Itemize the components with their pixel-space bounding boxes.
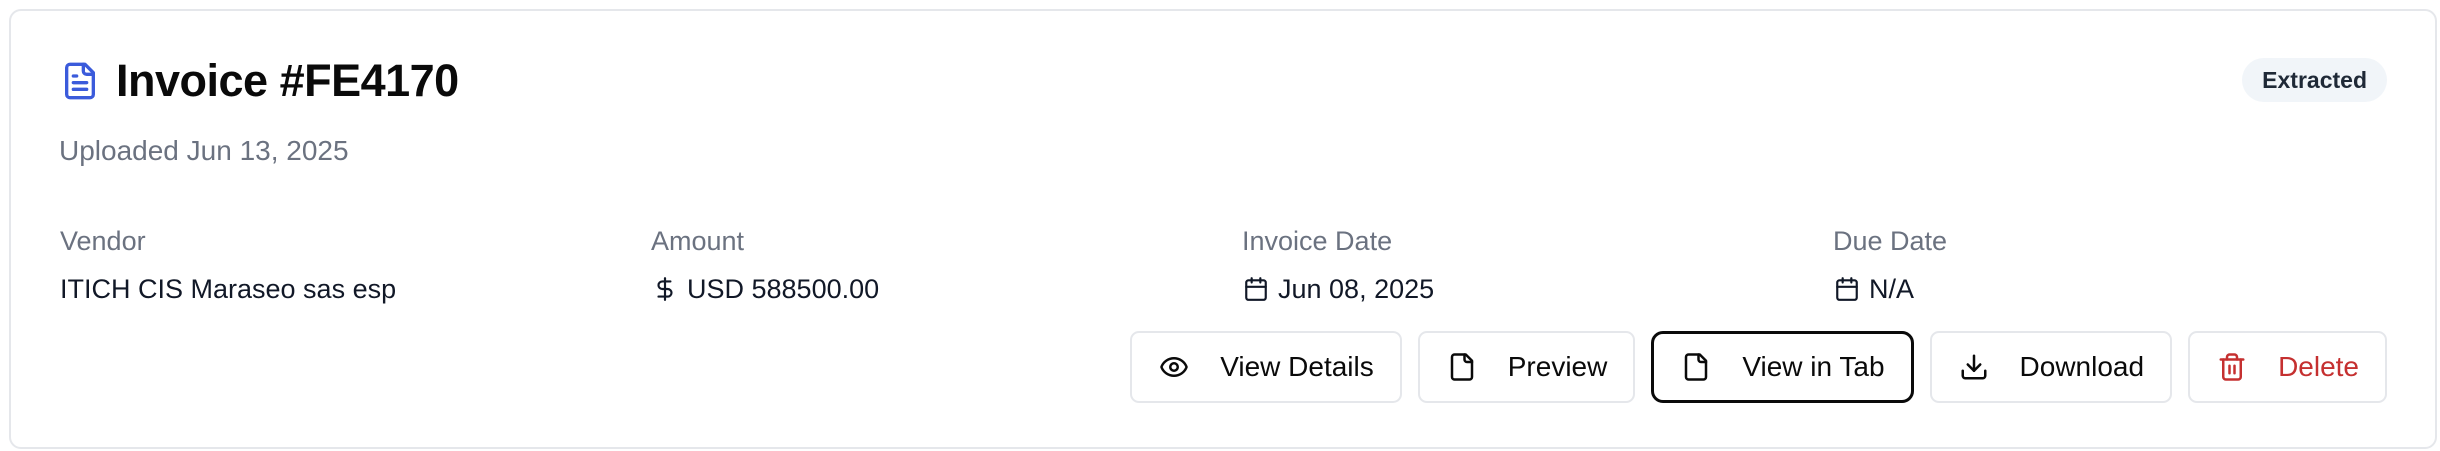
file-text-icon xyxy=(60,61,100,101)
eye-icon xyxy=(1158,351,1190,383)
invoice-card: Invoice #FE4170 Uploaded Jun 13, 2025 Ex… xyxy=(9,9,2437,449)
trash-icon xyxy=(2216,351,2248,383)
due-date-label: Due Date xyxy=(1833,226,1948,256)
view-details-label: View Details xyxy=(1220,351,1374,382)
calendar-icon xyxy=(1242,275,1270,303)
view-details-button[interactable]: View Details xyxy=(1130,331,1402,403)
file-icon xyxy=(1446,351,1478,383)
download-icon xyxy=(1958,351,1990,383)
page-title: Invoice #FE4170 xyxy=(116,55,459,106)
action-bar: View Details Preview View in Tab Downloa… xyxy=(1130,331,2387,403)
vendor-value: ITICH CIS Maraseo sas esp xyxy=(60,271,396,307)
due-date-field: Due Date N/A xyxy=(1833,223,1947,307)
vendor-field: Vendor ITICH CIS Maraseo sas esp xyxy=(60,223,396,307)
due-date-value-text: N/A xyxy=(1869,273,1915,304)
uploaded-date: Uploaded Jun 13, 2025 xyxy=(59,135,349,166)
invoice-header: Invoice #FE4170 xyxy=(60,55,459,107)
delete-label: Delete xyxy=(2278,351,2359,382)
dollar-icon xyxy=(651,275,679,303)
due-date-value: N/A xyxy=(1833,271,1947,307)
invoice-date-value: Jun 08, 2025 xyxy=(1242,271,1434,307)
download-button[interactable]: Download xyxy=(1929,331,2173,403)
preview-label: Preview xyxy=(1507,351,1608,382)
status-badge: Extracted xyxy=(2242,58,2387,102)
download-label: Download xyxy=(2019,351,2145,382)
invoice-date-field: Invoice Date Jun 08, 2025 xyxy=(1242,223,1434,307)
amount-value: USD 588500.00 xyxy=(651,271,879,307)
preview-button[interactable]: Preview xyxy=(1417,331,1636,403)
view-in-tab-button[interactable]: View in Tab xyxy=(1651,331,1914,403)
amount-value-text: USD 588500.00 xyxy=(687,273,880,304)
vendor-label: Vendor xyxy=(60,226,146,256)
calendar-icon xyxy=(1833,275,1861,303)
amount-field: Amount USD 588500.00 xyxy=(651,223,879,307)
file-icon xyxy=(1680,351,1712,383)
delete-button[interactable]: Delete xyxy=(2188,331,2387,403)
invoice-date-label: Invoice Date xyxy=(1242,226,1393,256)
vendor-value-text: ITICH CIS Maraseo sas esp xyxy=(60,273,397,304)
invoice-date-value-text: Jun 08, 2025 xyxy=(1278,273,1435,304)
amount-label: Amount xyxy=(651,226,745,256)
view-in-tab-label: View in Tab xyxy=(1742,351,1885,382)
